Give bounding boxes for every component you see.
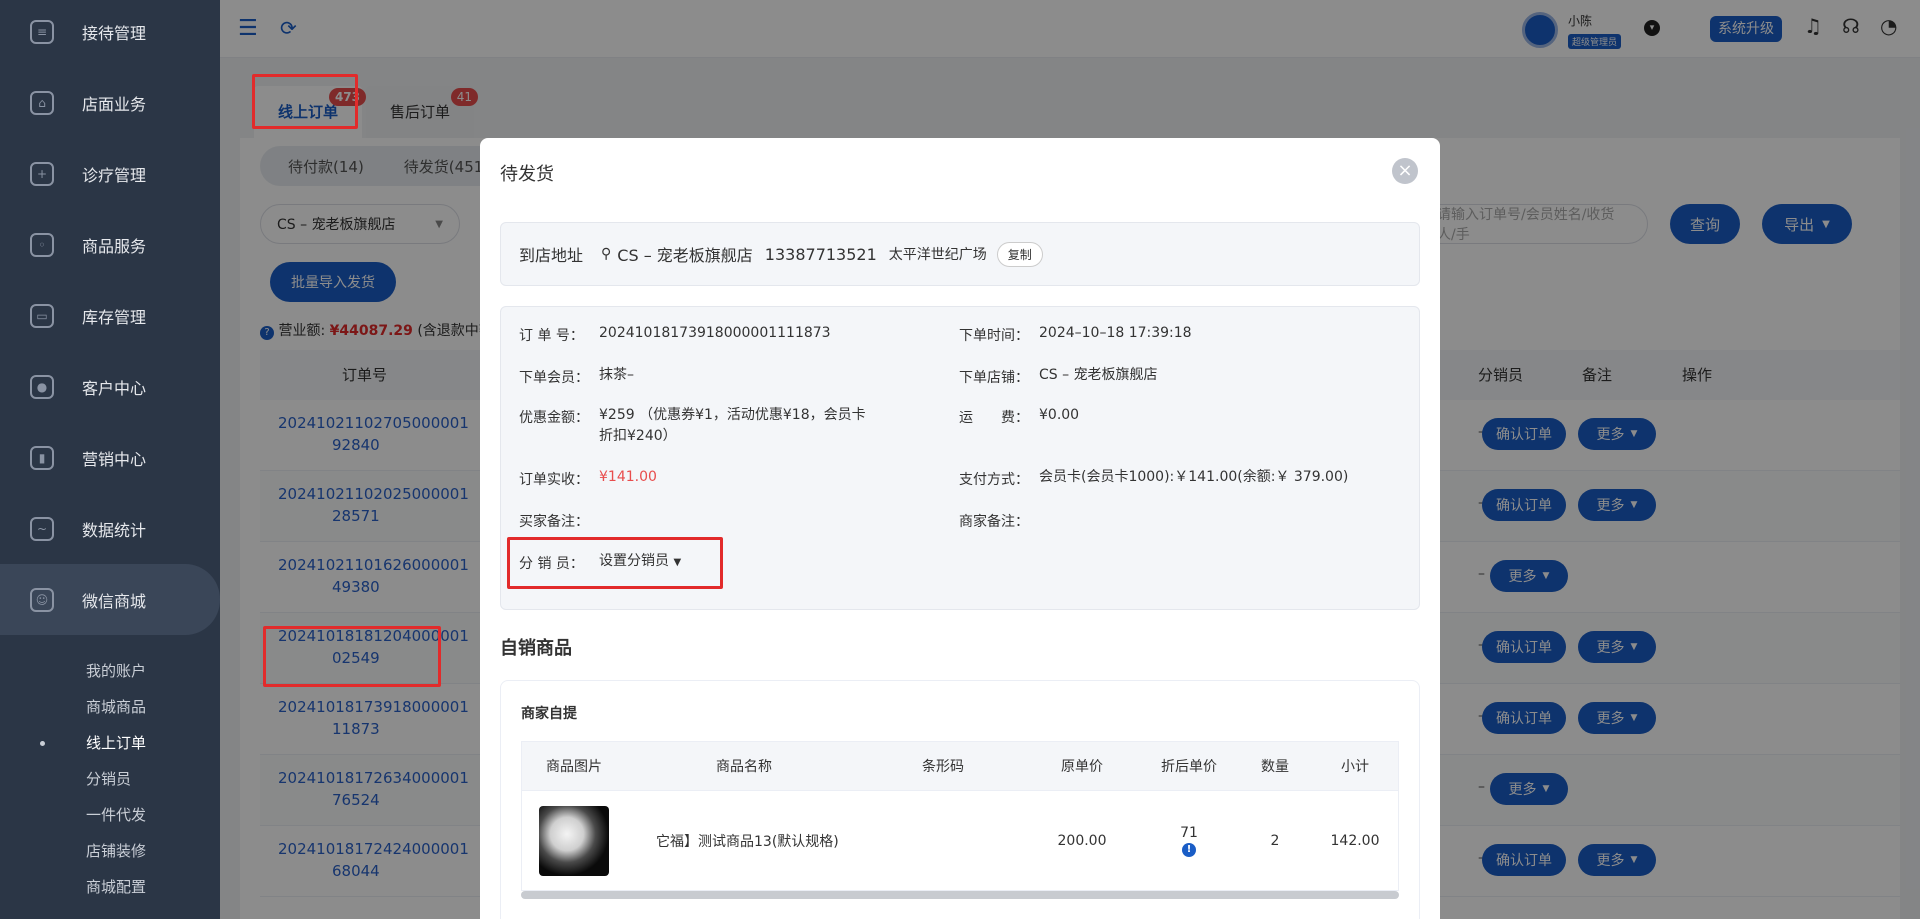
sub-item-mall-products[interactable]: 商城商品 [0, 689, 220, 725]
bag-icon: ◦ [30, 232, 54, 257]
sub-item-mall-config[interactable]: 商城配置 [0, 869, 220, 905]
user-icon: ● [30, 374, 54, 399]
member-value: 抹茶– [599, 367, 634, 383]
location-pin-icon: ⚲ [601, 246, 612, 262]
product-price: 200.00 [1057, 832, 1107, 849]
sub-item-my-account[interactable]: 我的账户 [0, 653, 220, 689]
bar-chart-icon: ▮ [30, 445, 54, 470]
copy-button[interactable]: 复制 [996, 241, 1043, 267]
info-icon[interactable]: ! [1182, 842, 1196, 857]
pending-shipment-modal: 待发货 × 到店地址 ⚲ CS – 宠老板旗舰店 13387713521 太平洋… [480, 138, 1440, 919]
sidebar-item-statistics[interactable]: ~ 数据统计 [0, 493, 220, 564]
order-number-value: 20241018173918000001111873 [599, 325, 831, 341]
clipboard-icon: ≡ [30, 19, 54, 44]
product-name: 它福】测试商品13(默认规格) [656, 833, 839, 850]
sidebar-item-customers[interactable]: ● 客户中心 [0, 351, 220, 422]
discount-value-line1: ¥259 （优惠券¥1，活动优惠¥18，会员卡 [599, 407, 866, 423]
close-icon[interactable]: × [1392, 158, 1418, 184]
shop-value: CS – 宠老板旗舰店 [1039, 367, 1158, 383]
modal-title: 待发货 [500, 164, 554, 185]
section-title-self-sold: 自销商品 [500, 638, 572, 659]
order-time-value: 2024–10–18 17:39:18 [1039, 325, 1192, 341]
pay-method-value: 会员卡(会员卡1000):￥141.00(余额:￥ 379.00) [1039, 469, 1349, 485]
pickup-card: 商家自提 商品图片 商品名称 条形码 原单价 折后单价 数量 小计 它福】测试商… [500, 680, 1420, 919]
sidebar: ≡ 接待管理 ⌂ 店面业务 + 诊疗管理 ◦ 商品服务 ▭ 库存管理 ● 客户中… [0, 0, 220, 919]
line-chart-icon: ~ [30, 516, 54, 541]
sub-item-dropship[interactable]: 一件代发 [0, 797, 220, 833]
freight-value: ¥0.00 [1039, 407, 1080, 423]
sidebar-item-inventory[interactable]: ▭ 库存管理 [0, 280, 220, 351]
horizontal-scrollbar[interactable] [521, 891, 1399, 899]
medical-kit-icon: + [30, 161, 54, 186]
highlight-distributor [507, 537, 723, 589]
product-subtotal: 142.00 [1330, 832, 1380, 849]
sub-item-online-orders[interactable]: 线上订单 [0, 725, 220, 761]
sidebar-item-products[interactable]: ◦ 商品服务 [0, 209, 220, 280]
sidebar-item-medical[interactable]: + 诊疗管理 [0, 138, 220, 209]
sub-item-distributors[interactable]: 分销员 [0, 761, 220, 797]
product-discount-price: 71 [1180, 824, 1198, 841]
sidebar-item-wechat-mall[interactable]: ☺ 微信商城 [0, 564, 220, 635]
sidebar-item-reception[interactable]: ≡ 接待管理 [0, 0, 220, 67]
archive-icon: ▭ [30, 303, 54, 328]
wechat-icon: ☺ [30, 587, 54, 612]
product-image [539, 805, 609, 876]
highlight-order-number [263, 626, 441, 687]
product-qty: 2 [1270, 832, 1280, 849]
sub-item-shop-decoration[interactable]: 店铺装修 [0, 833, 220, 869]
product-row: 它福】测试商品13(默认规格) 200.00 71 ! 2 142.00 [521, 791, 1399, 891]
paid-value: ¥141.00 [599, 469, 657, 485]
product-table-header: 商品图片 商品名称 条形码 原单价 折后单价 数量 小计 [521, 741, 1399, 791]
home-icon: ⌂ [30, 90, 54, 115]
card-title: 商家自提 [521, 706, 577, 722]
store-address-box: 到店地址 ⚲ CS – 宠老板旗舰店 13387713521 太平洋世纪广场 复… [500, 222, 1420, 286]
highlight-online-orders-tab [252, 74, 358, 129]
sidebar-item-marketing[interactable]: ▮ 营销中心 [0, 422, 220, 493]
discount-value-line2: 折扣¥240） [599, 428, 677, 444]
sidebar-item-store-business[interactable]: ⌂ 店面业务 [0, 67, 220, 138]
product-table: 商品图片 商品名称 条形码 原单价 折后单价 数量 小计 它福】测试商品13(默… [521, 741, 1399, 899]
